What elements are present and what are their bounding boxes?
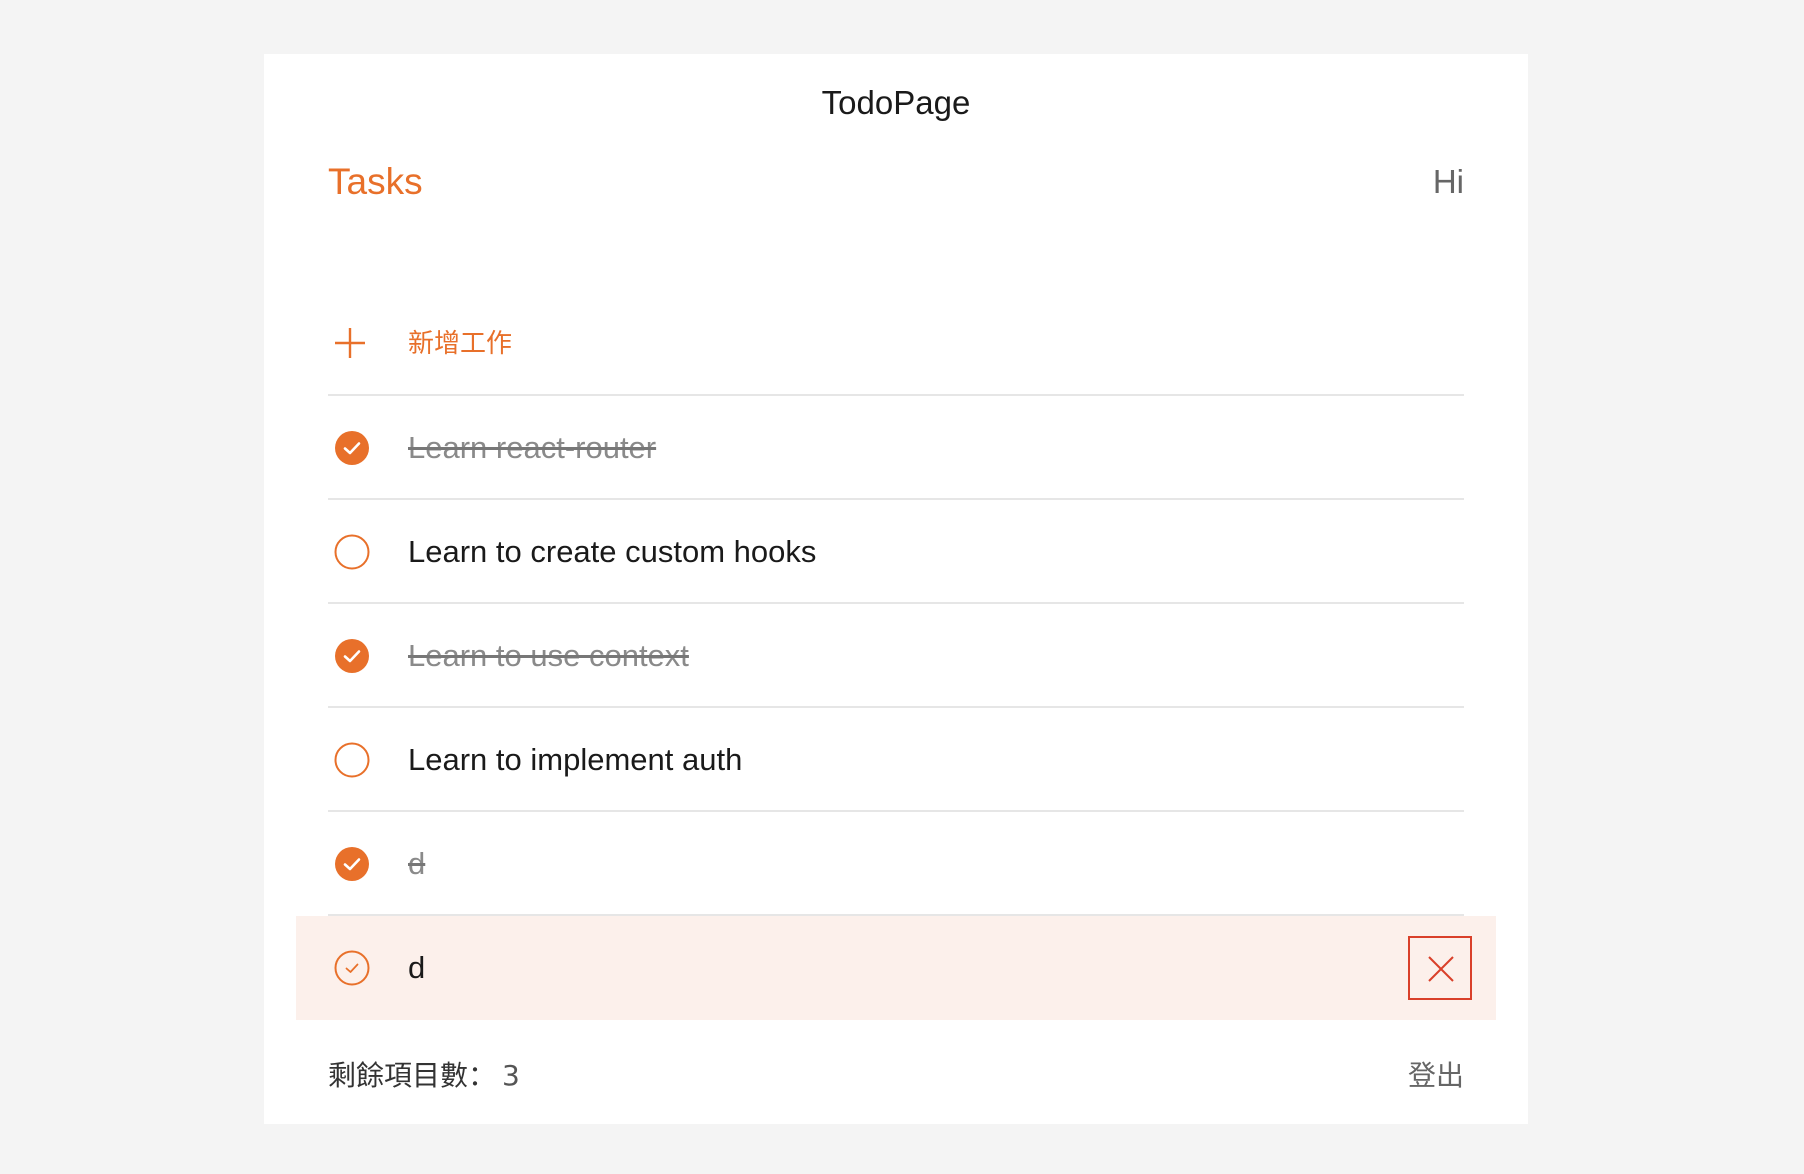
task-text: d: [408, 846, 426, 881]
tasks-heading: Tasks: [328, 161, 423, 202]
task-list: Learn react-router Learn to create custo…: [296, 396, 1496, 1020]
task-item[interactable]: Learn react-router: [328, 396, 1464, 500]
hover-check-circle-icon[interactable]: [334, 950, 370, 986]
unchecked-circle-icon[interactable]: [334, 742, 370, 778]
checked-circle-icon[interactable]: [334, 846, 370, 882]
add-task-button[interactable]: 新增工作: [328, 290, 1464, 396]
task-item[interactable]: d: [328, 812, 1464, 916]
user-greeting: Hi: [1432, 163, 1464, 200]
remaining-value: 3: [502, 1059, 520, 1092]
todo-card: TodoPage Tasks Hi 新增工作 Learn react-route…: [264, 54, 1528, 1124]
app-title: TodoPage: [821, 84, 971, 121]
remaining-label: 剩餘項目數：: [328, 1059, 497, 1092]
task-item-hovered[interactable]: d: [296, 916, 1496, 1020]
task-text: d: [408, 950, 426, 985]
unchecked-circle-icon[interactable]: [334, 534, 370, 570]
task-item[interactable]: Learn to implement auth: [328, 708, 1464, 812]
checked-circle-icon[interactable]: [334, 638, 370, 674]
plus-icon: [328, 290, 372, 396]
checked-circle-icon[interactable]: [334, 430, 370, 466]
task-item[interactable]: Learn to use context: [328, 604, 1464, 708]
add-task-label: 新增工作: [408, 329, 513, 359]
delete-task-button[interactable]: [1408, 936, 1472, 1000]
logout-button[interactable]: 登出: [1408, 1054, 1464, 1098]
task-item[interactable]: Learn to create custom hooks: [328, 500, 1464, 604]
remaining-count: 剩餘項目數： 3: [328, 1054, 520, 1098]
task-text: Learn to implement auth: [408, 742, 743, 777]
task-text: Learn react-router: [408, 430, 657, 465]
task-text: Learn to use context: [408, 638, 689, 673]
close-icon: [1428, 956, 1454, 982]
task-text: Learn to create custom hooks: [408, 534, 817, 569]
